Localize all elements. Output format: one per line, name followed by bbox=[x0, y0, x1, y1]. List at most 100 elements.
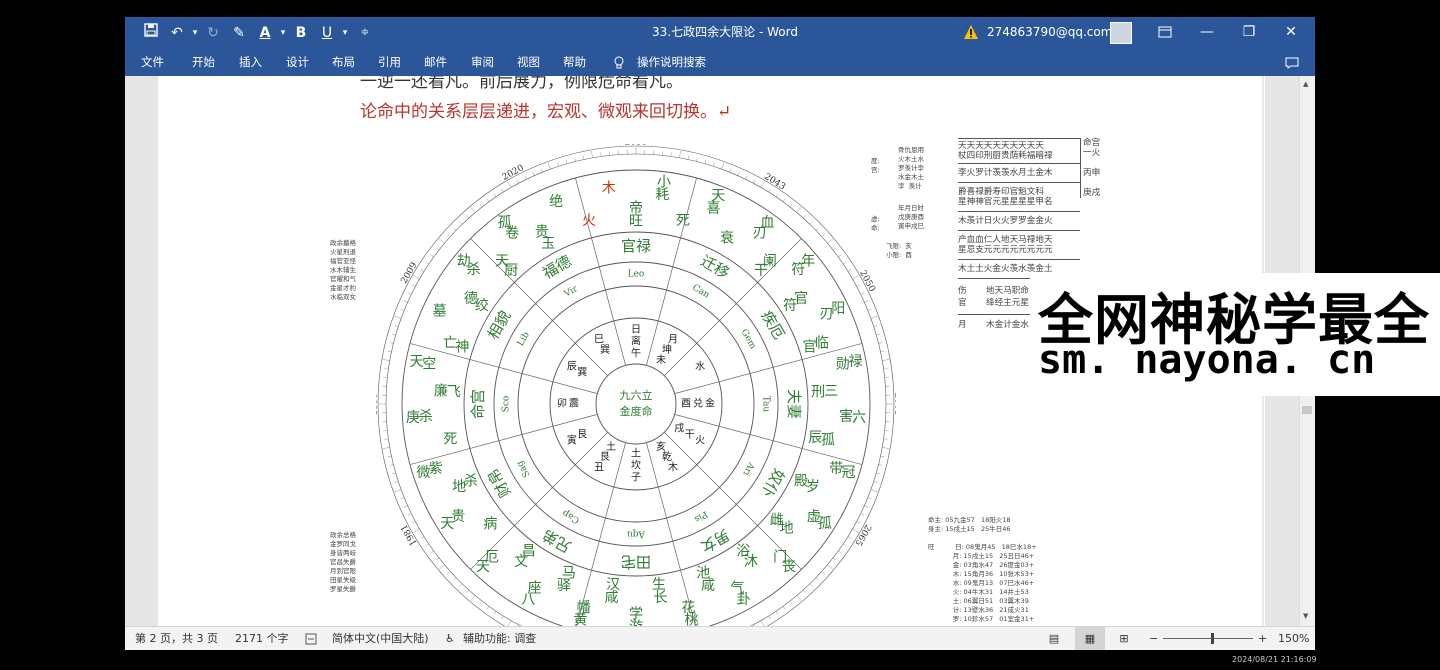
tab-mailings[interactable]: 邮件 bbox=[424, 48, 447, 76]
zodiac-label: Sco bbox=[502, 396, 512, 413]
inner-cell-char: 土 bbox=[631, 447, 641, 460]
proofing-icon[interactable] bbox=[305, 627, 317, 650]
star-name-char: 殿 bbox=[794, 474, 808, 490]
customize-toolbar-icon[interactable]: ≑ bbox=[355, 23, 375, 43]
screen: ↶ ▾ ↻ ✎ A ▾ B U ▾ ≑ 33.七政四余大限论 - Word 27… bbox=[0, 0, 1440, 670]
star-name-char: 符 bbox=[791, 262, 805, 278]
tab-review[interactable]: 审阅 bbox=[471, 48, 494, 76]
minimize-icon[interactable]: — bbox=[1187, 17, 1227, 48]
page-count[interactable]: 第 2 页，共 3 页 bbox=[135, 627, 218, 650]
tab-home[interactable]: 开始 bbox=[192, 48, 215, 76]
inner-cell-char: 丑 bbox=[594, 463, 604, 474]
lightbulb-icon[interactable] bbox=[613, 48, 625, 76]
inner-cell-char: 戌 bbox=[674, 422, 684, 435]
zodiac-label: Tau bbox=[761, 396, 771, 413]
tab-file[interactable]: 文件 bbox=[141, 48, 164, 76]
stars-table-row-1: 天天天天天天天天天天 杖四印刑厨贵荫耗福暗禄 bbox=[958, 139, 1080, 164]
scrollbar-thumb[interactable] bbox=[1302, 406, 1312, 414]
font-color-dropdown-icon[interactable]: ▾ bbox=[273, 23, 293, 43]
inner-cell-char: 兑 bbox=[693, 397, 703, 410]
star-name-char: 卷 bbox=[505, 226, 519, 242]
redo-icon[interactable]: ↻ bbox=[203, 23, 223, 43]
warning-icon[interactable] bbox=[963, 24, 979, 40]
star-name-char: 死 bbox=[676, 213, 690, 229]
tab-design[interactable]: 设计 bbox=[286, 48, 309, 76]
star-name-char: 杀 bbox=[419, 409, 433, 425]
scroll-up-icon[interactable]: ▲ bbox=[1303, 80, 1308, 88]
stars-table-row-7-label: 伤 官 bbox=[958, 286, 967, 308]
zoom-in-icon[interactable]: + bbox=[1258, 627, 1267, 650]
inner-cell-char: 子 bbox=[631, 472, 641, 484]
center-text-2: 金度命 bbox=[620, 404, 653, 418]
inner-cell-char: 未 bbox=[656, 354, 666, 366]
zodiac-label: Pis bbox=[692, 508, 709, 524]
tell-me-search[interactable]: 操作说明搜索 bbox=[637, 48, 706, 76]
paragraph-top: 一逆一还看凡。前后展力，例限危命看凡。 bbox=[360, 76, 683, 92]
star-name-char: 庚 bbox=[406, 410, 420, 426]
tab-view[interactable]: 视图 bbox=[517, 48, 540, 76]
tab-help[interactable]: 帮助 bbox=[563, 48, 586, 76]
star-name-char: 杀 bbox=[467, 262, 481, 278]
star-name-char: 病 bbox=[483, 516, 497, 532]
language[interactable]: 简体中文(中国大陆) bbox=[332, 627, 429, 650]
star-name-char: 虚 bbox=[807, 509, 821, 525]
right-note-mid: 年月日时 戊庚庚酉 寅申戌巳 bbox=[898, 204, 924, 230]
inner-cell-char: 金 bbox=[705, 397, 715, 410]
stars-table-row-5: 产血血仁人地天马禄地天 星忌支元元元元元元元元 bbox=[958, 231, 1080, 260]
status-bar: 第 2 页，共 3 页 2171 个字 简体中文(中国大陆) ♿ 辅助功能: 调… bbox=[125, 626, 1315, 650]
zoom-slider[interactable] bbox=[1163, 627, 1253, 650]
star-name-char: 刃 bbox=[819, 306, 833, 322]
undo-icon[interactable]: ↶ bbox=[167, 23, 187, 43]
zoom-out-icon[interactable]: − bbox=[1149, 627, 1158, 650]
read-mode-icon[interactable]: ▤ bbox=[1045, 627, 1063, 650]
inner-cell-char: 木 bbox=[668, 462, 678, 474]
star-name-char: 座 bbox=[528, 580, 542, 596]
format-painter-icon[interactable]: ✎ bbox=[229, 23, 249, 43]
tab-insert[interactable]: 插入 bbox=[239, 48, 262, 76]
stars-table-row-7: 地天马职命 绛经主元星 bbox=[986, 286, 1029, 308]
center-text-1: 九六立 bbox=[620, 388, 653, 402]
accessibility-icon[interactable]: ♿ bbox=[445, 627, 455, 650]
underline-icon[interactable]: U bbox=[317, 23, 337, 43]
print-layout-icon[interactable]: ▦ bbox=[1075, 627, 1105, 650]
close-icon[interactable]: ✕ bbox=[1271, 17, 1311, 48]
star-name-char: 生 bbox=[652, 577, 666, 593]
star-name-char: 杀 bbox=[464, 474, 478, 490]
account-name[interactable]: 274863790@qq.com bbox=[987, 17, 1112, 48]
tab-layout[interactable]: 布局 bbox=[332, 48, 355, 76]
inner-cell-char: 巽 bbox=[577, 367, 587, 379]
stars-table-row-8: 木金计金水 bbox=[986, 320, 1029, 330]
inner-cell-char: 水 bbox=[695, 361, 705, 373]
star-name-char: 空 bbox=[422, 357, 436, 373]
palace-label: 官禄 bbox=[621, 237, 651, 255]
ribbon-display-options-icon[interactable] bbox=[1145, 17, 1185, 48]
star-name-char: 神 bbox=[455, 340, 469, 356]
star-name-char: 浴 bbox=[736, 544, 750, 560]
avatar[interactable] bbox=[1110, 22, 1132, 44]
inner-cell-char: 巽 bbox=[600, 344, 610, 356]
zodiac-label: Gem bbox=[739, 328, 758, 352]
restore-icon[interactable]: ❐ bbox=[1229, 17, 1269, 48]
scroll-down-icon[interactable]: ▼ bbox=[1303, 612, 1308, 620]
zoom-level[interactable]: 150% bbox=[1278, 627, 1309, 650]
font-color-icon[interactable]: A bbox=[255, 23, 275, 43]
star-name-char: 绝 bbox=[549, 194, 563, 210]
inner-cell-char: 离 bbox=[631, 335, 641, 348]
web-layout-icon[interactable]: ⊞ bbox=[1115, 627, 1133, 650]
star-name-char: 官 bbox=[803, 340, 817, 356]
inner-cell-char: 坎 bbox=[631, 459, 641, 472]
underline-dropdown-icon[interactable]: ▾ bbox=[335, 23, 355, 43]
accessibility-status[interactable]: 辅助功能: 调查 bbox=[463, 627, 536, 650]
word-count[interactable]: 2171 个字 bbox=[235, 627, 289, 650]
inner-cell-char: 火 bbox=[695, 435, 705, 447]
left-note-bottom: 政余总格 金罗同戈 身皆两岐 官昌失爵 月到官限 田星失级 罗星失爵 bbox=[330, 531, 356, 593]
bold-icon[interactable]: B bbox=[291, 23, 311, 43]
palace-label: 福德 bbox=[540, 252, 575, 283]
save-icon[interactable] bbox=[141, 23, 161, 43]
comments-icon[interactable] bbox=[1285, 48, 1299, 76]
star-name-char: 玉 bbox=[541, 236, 555, 252]
zodiac-label: Ari bbox=[740, 459, 756, 477]
tab-references[interactable]: 引用 bbox=[378, 48, 401, 76]
star-name-char: 雌 bbox=[770, 512, 784, 528]
undo-dropdown-icon[interactable]: ▾ bbox=[185, 23, 205, 43]
